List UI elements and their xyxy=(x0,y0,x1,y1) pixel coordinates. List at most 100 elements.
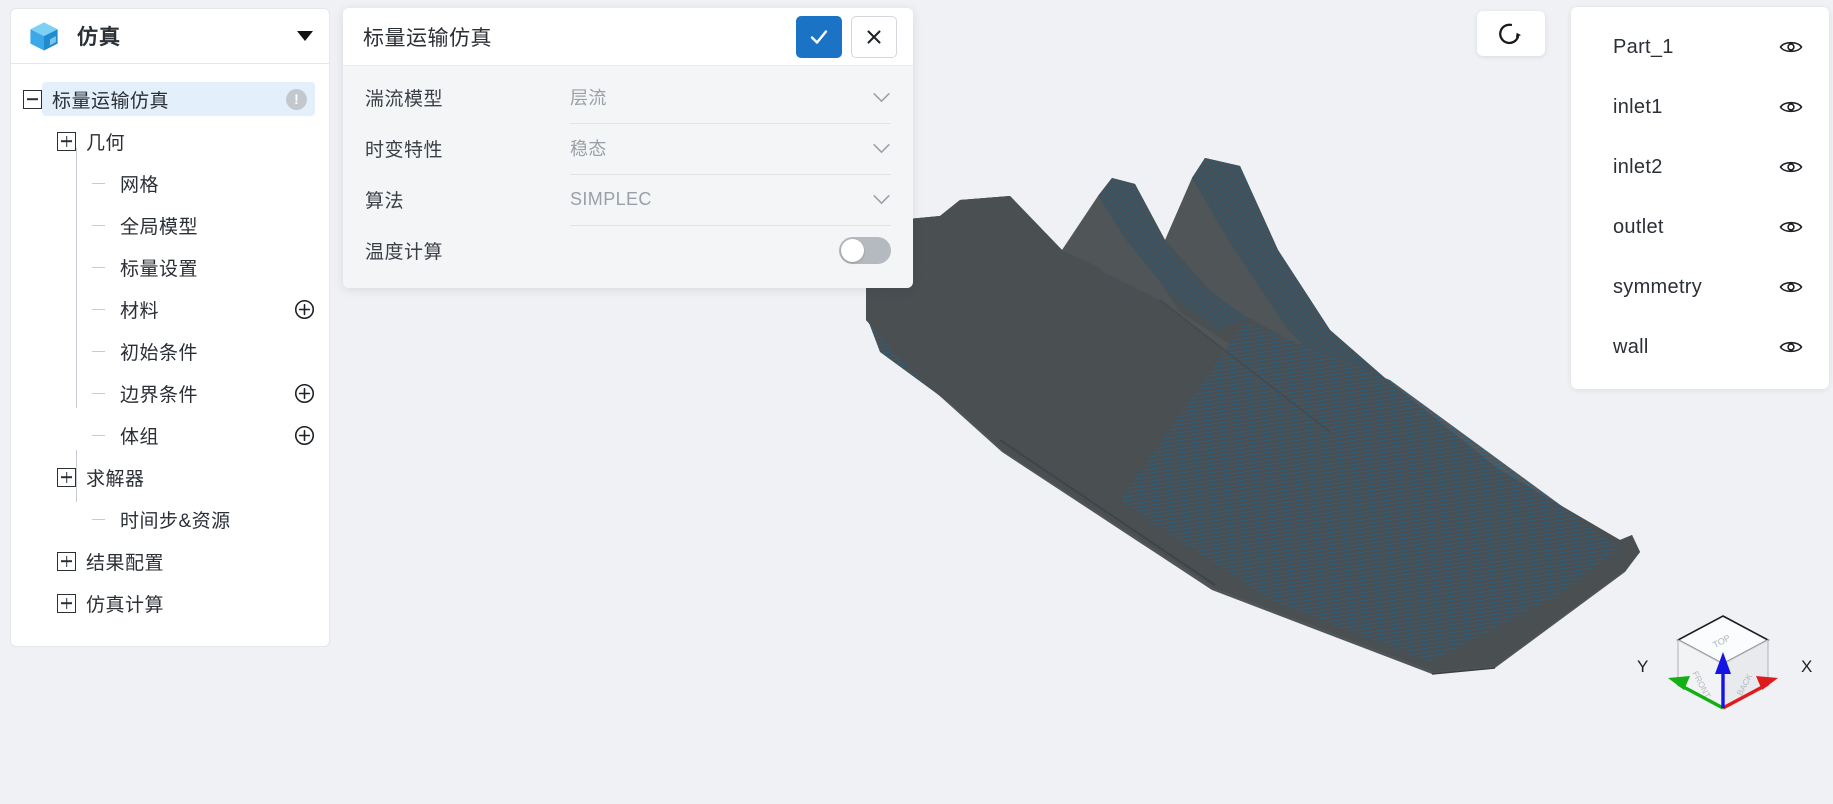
dialog-body: 湍流模型 层流时变特性 稳态算法 SIMPLEC 温度计算 xyxy=(343,66,913,288)
tree-item-7[interactable]: 边界条件 xyxy=(11,372,329,414)
select-1[interactable]: 稳态 xyxy=(570,123,891,175)
eye-icon[interactable] xyxy=(1779,99,1803,115)
tree-item-content[interactable]: 时间步&资源 xyxy=(110,502,315,536)
tree-item-content[interactable]: 求解器 xyxy=(76,460,315,494)
select-value: SIMPLEC xyxy=(570,188,652,209)
eye-icon[interactable] xyxy=(1779,219,1803,235)
tree-item-label: 结果配置 xyxy=(86,552,165,574)
form-row-2: 算法 SIMPLEC xyxy=(343,174,913,226)
part-name: inlet2 xyxy=(1613,155,1663,178)
sidebar-header[interactable]: 仿真 xyxy=(10,8,330,64)
tree-item-8[interactable]: 体组 xyxy=(11,414,329,456)
reset-view-button[interactable] xyxy=(1477,11,1545,56)
tree-item-0[interactable]: 标量运输仿真! xyxy=(11,78,329,120)
tree-branch-line xyxy=(91,216,110,235)
tree-item-10[interactable]: 时间步&资源 xyxy=(11,498,329,540)
x-axis-label: X xyxy=(1801,657,1812,676)
tree-item-label: 材料 xyxy=(120,300,160,322)
expand-icon[interactable] xyxy=(57,551,76,571)
part-item-symmetry[interactable]: symmetry xyxy=(1571,257,1829,317)
part-name: wall xyxy=(1613,335,1649,358)
form-row-3: 温度计算 xyxy=(343,225,913,276)
tree-item-content[interactable]: 全局模型 xyxy=(110,208,315,242)
select-2[interactable]: SIMPLEC xyxy=(570,174,891,226)
tree-item-content[interactable]: 网格 xyxy=(110,166,315,200)
tree-item-label: 求解器 xyxy=(86,468,145,490)
close-icon xyxy=(867,29,881,44)
tree-item-content[interactable]: 标量运输仿真! xyxy=(42,82,315,116)
tree-item-11[interactable]: 结果配置 xyxy=(11,540,329,582)
part-name: symmetry xyxy=(1613,275,1703,298)
tree-item-2[interactable]: 网格 xyxy=(11,162,329,204)
add-circle-icon[interactable] xyxy=(294,383,315,404)
toggle-knob xyxy=(841,239,864,262)
view-cube-axis-triad[interactable]: TOP FRONT BACK X Y xyxy=(1623,596,1823,726)
reset-view-icon xyxy=(1499,23,1521,44)
part-item-outlet[interactable]: outlet xyxy=(1571,197,1829,257)
part-item-inlet1[interactable]: inlet1 xyxy=(1571,77,1829,137)
check-icon xyxy=(810,29,828,44)
part-item-Part_1[interactable]: Part_1 xyxy=(1571,17,1829,77)
tree-item-content[interactable]: 初始条件 xyxy=(110,334,315,368)
tree-item-9[interactable]: 求解器 xyxy=(11,456,329,498)
part-item-inlet2[interactable]: inlet2 xyxy=(1571,137,1829,197)
eye-icon[interactable] xyxy=(1779,339,1803,355)
form-label: 湍流模型 xyxy=(365,89,444,110)
add-circle-icon[interactable] xyxy=(294,299,315,320)
status-badge: ! xyxy=(286,88,307,110)
tree-item-label: 网格 xyxy=(120,174,160,196)
blue-cube-icon xyxy=(30,22,58,51)
tree-item-6[interactable]: 初始条件 xyxy=(11,330,329,372)
select-0[interactable]: 层流 xyxy=(570,72,891,124)
chevron-down-icon xyxy=(873,194,890,204)
form-row-1: 时变特性 稳态 xyxy=(343,123,913,175)
tree-branch-line xyxy=(91,258,110,277)
caret-down-icon[interactable] xyxy=(297,31,313,41)
tree-item-content[interactable]: 标量设置 xyxy=(110,250,315,284)
add-circle-icon[interactable] xyxy=(294,425,315,446)
part-name: outlet xyxy=(1613,215,1664,238)
tree-branch-line xyxy=(91,174,110,193)
tree-item-5[interactable]: 材料 xyxy=(11,288,329,330)
app-title: 仿真 xyxy=(77,26,121,49)
expand-icon[interactable] xyxy=(57,467,76,487)
tree-item-content[interactable]: 体组 xyxy=(110,418,294,452)
tree-item-label: 初始条件 xyxy=(120,342,199,364)
tree-item-label: 几何 xyxy=(86,132,126,154)
eye-icon[interactable] xyxy=(1779,159,1803,175)
tree-item-label: 全局模型 xyxy=(120,216,199,238)
tree-branch-line xyxy=(91,510,110,529)
part-name: Part_1 xyxy=(1613,35,1674,58)
eye-icon[interactable] xyxy=(1779,39,1803,55)
expand-icon[interactable] xyxy=(57,131,76,151)
tree-item-1[interactable]: 几何 xyxy=(11,120,329,162)
sidebar: 仿真 标量运输仿真! 几何网格全局模型标量设置材料初始条件边界条件体组求解器时间步… xyxy=(10,8,330,647)
tree-item-12[interactable]: 仿真计算 xyxy=(11,582,329,624)
tree-item-label: 仿真计算 xyxy=(86,594,165,616)
dialog-header: 标量运输仿真 xyxy=(343,8,913,66)
simulation-settings-dialog: 标量运输仿真 湍流模型 层流时变特性 稳态算法 SIMPLEC 温度计算 xyxy=(343,8,913,288)
parts-list-panel: Part_1 inlet1 inlet2 outlet symmetry wall xyxy=(1571,7,1829,389)
form-row-0: 湍流模型 层流 xyxy=(343,72,913,124)
tree-item-content[interactable]: 仿真计算 xyxy=(76,586,315,620)
select-value: 层流 xyxy=(570,88,607,108)
form-label: 算法 xyxy=(365,191,405,212)
cancel-button[interactable] xyxy=(851,15,897,58)
form-label: 温度计算 xyxy=(365,242,444,263)
tree-item-label: 边界条件 xyxy=(120,384,199,406)
tree-item-3[interactable]: 全局模型 xyxy=(11,204,329,246)
tree-item-content[interactable]: 边界条件 xyxy=(110,376,294,410)
tree-item-content[interactable]: 结果配置 xyxy=(76,544,315,578)
tree-item-4[interactable]: 标量设置 xyxy=(11,246,329,288)
tree-item-content[interactable]: 几何 xyxy=(76,124,315,158)
eye-icon[interactable] xyxy=(1779,279,1803,295)
tree-item-label: 体组 xyxy=(120,426,160,448)
part-item-wall[interactable]: wall xyxy=(1571,317,1829,377)
expand-icon[interactable] xyxy=(57,593,76,613)
temperature-toggle[interactable] xyxy=(839,237,891,264)
tree-item-content[interactable]: 材料 xyxy=(110,292,294,326)
tree-item-label: 标量设置 xyxy=(120,258,199,280)
collapse-icon[interactable] xyxy=(23,89,42,109)
tree-item-label: 时间步&资源 xyxy=(120,510,231,532)
confirm-button[interactable] xyxy=(796,15,842,58)
